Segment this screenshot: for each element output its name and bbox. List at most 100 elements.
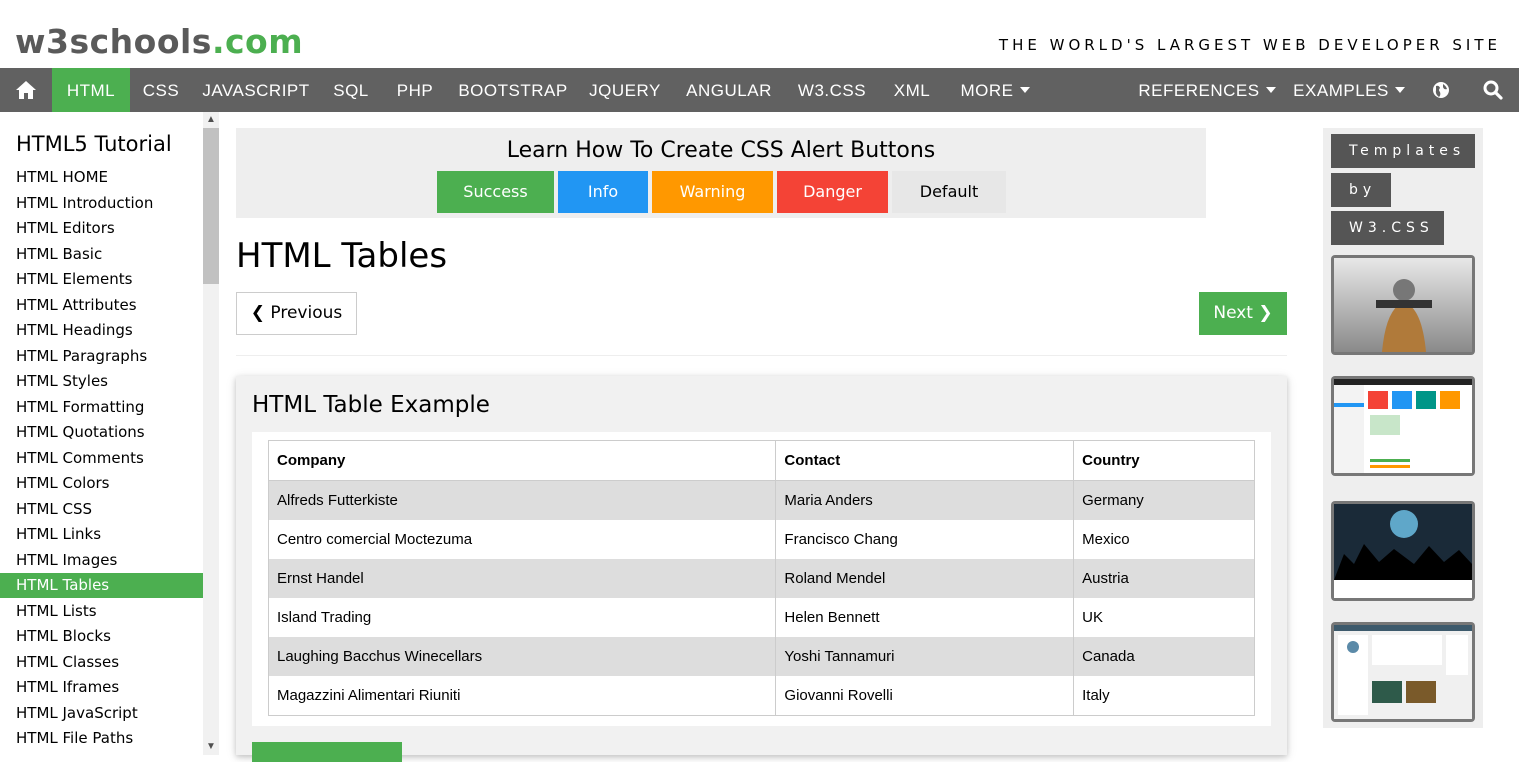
sidebar: HTML5 Tutorial HTML HOME HTML Introducti… xyxy=(0,112,219,755)
next-button[interactable]: Next ❯ xyxy=(1199,292,1287,335)
sidebar-item-html-css[interactable]: HTML CSS xyxy=(0,497,203,522)
home-button[interactable] xyxy=(0,68,52,112)
nav-item-more[interactable]: MORE xyxy=(946,68,1044,112)
ad-default-button[interactable]: Default xyxy=(892,171,1006,213)
site-tagline: THE WORLD'S LARGEST WEB DEVELOPER SITE xyxy=(998,36,1501,54)
example-box: HTML Table Example Company Contact Count… xyxy=(236,376,1287,762)
table-row: Alfreds Futterkiste Maria Anders Germany xyxy=(267,480,1255,520)
ad-info-button[interactable]: Info xyxy=(558,171,648,213)
table-row: Laughing Bacchus Winecellars Yoshi Tanna… xyxy=(267,637,1255,676)
table-cell: Giovanni Rovelli xyxy=(775,676,1075,716)
table-cell: Germany xyxy=(1073,480,1255,520)
sidebar-item-html-styles[interactable]: HTML Styles xyxy=(0,369,203,394)
table-cell: Yoshi Tannamuri xyxy=(775,637,1075,676)
site-logo[interactable]: w3schools.com xyxy=(15,22,303,62)
previous-button[interactable]: ❮ Previous xyxy=(236,292,357,335)
alert-buttons-ad[interactable]: Learn How To Create CSS Alert Buttons Su… xyxy=(236,128,1206,218)
divider xyxy=(236,355,1287,356)
sidebar-item-html-lists[interactable]: HTML Lists xyxy=(0,599,203,624)
table-cell: Laughing Bacchus Winecellars xyxy=(267,637,777,676)
nav-item-jquery[interactable]: JQUERY xyxy=(578,68,672,112)
sidebar-item-html-links[interactable]: HTML Links xyxy=(0,522,203,547)
nav-item-references[interactable]: REFERENCES xyxy=(1132,68,1282,112)
table-row: Ernst Handel Roland Mendel Austria xyxy=(267,559,1255,598)
caret-down-icon xyxy=(1394,87,1405,94)
table-cell: Austria xyxy=(1073,559,1255,598)
try-it-yourself-button[interactable] xyxy=(252,742,402,762)
table-cell: Island Trading xyxy=(267,598,777,637)
table-cell: Maria Anders xyxy=(775,480,1075,520)
scroll-down-icon[interactable]: ▼ xyxy=(203,739,219,755)
site-header: w3schools.com THE WORLD'S LARGEST WEB DE… xyxy=(0,0,1519,68)
sidebar-item-html-iframes[interactable]: HTML Iframes xyxy=(0,675,203,700)
sidebar-item-html-classes[interactable]: HTML Classes xyxy=(0,650,203,675)
sidebar-title: HTML5 Tutorial xyxy=(16,132,172,156)
sidebar-item-html-colors[interactable]: HTML Colors xyxy=(0,471,203,496)
sidebar-item-html-elements[interactable]: HTML Elements xyxy=(0,267,203,292)
nav-item-css[interactable]: CSS xyxy=(130,68,192,112)
template-preview-image xyxy=(1334,504,1472,598)
table-cell: Alfreds Futterkiste xyxy=(267,480,777,520)
example-table: Company Contact Country Alfreds Futterki… xyxy=(267,440,1255,716)
globe-icon xyxy=(1433,82,1449,98)
nav-item-javascript[interactable]: JAVASCRIPT xyxy=(192,68,320,112)
templates-ad[interactable]: Templates by W3.CSS xyxy=(1323,128,1483,728)
sidebar-item-html-images[interactable]: HTML Images xyxy=(0,548,203,573)
table-cell: Roland Mendel xyxy=(775,559,1075,598)
ad-danger-button[interactable]: Danger xyxy=(777,171,888,213)
nav-item-w3css[interactable]: W3.CSS xyxy=(786,68,878,112)
table-header-cell: Contact xyxy=(775,440,1075,481)
example-table-container: Company Contact Country Alfreds Futterki… xyxy=(252,432,1271,726)
ad-warning-button[interactable]: Warning xyxy=(652,171,773,213)
template-thumbnail[interactable] xyxy=(1331,622,1475,722)
sidebar-item-html-javascript[interactable]: HTML JavaScript xyxy=(0,701,203,726)
sidebar-item-html-attributes[interactable]: HTML Attributes xyxy=(0,293,203,318)
template-preview-image xyxy=(1334,258,1472,352)
search-button[interactable] xyxy=(1466,68,1519,112)
ad-tag-templates: Templates xyxy=(1331,134,1475,168)
caret-down-icon xyxy=(1019,87,1030,94)
table-cell: UK xyxy=(1073,598,1255,637)
search-icon xyxy=(1483,80,1503,100)
ad-success-button[interactable]: Success xyxy=(437,171,554,213)
table-cell: Canada xyxy=(1073,637,1255,676)
sidebar-item-html-headings[interactable]: HTML Headings xyxy=(0,318,203,343)
template-thumbnail[interactable] xyxy=(1331,501,1475,601)
nav-item-html[interactable]: HTML xyxy=(52,68,130,112)
table-header-cell: Company xyxy=(267,440,777,481)
table-row: Magazzini Alimentari Riuniti Giovanni Ro… xyxy=(267,676,1255,716)
nav-item-examples[interactable]: EXAMPLES xyxy=(1282,68,1416,112)
nav-item-php[interactable]: PHP xyxy=(382,68,448,112)
ad-tag-w3css: W3.CSS xyxy=(1331,211,1444,245)
sidebar-item-html-editors[interactable]: HTML Editors xyxy=(0,216,203,241)
sidebar-scrollbar-thumb[interactable] xyxy=(203,128,219,284)
template-preview-image xyxy=(1334,379,1472,473)
sidebar-item-html-quotations[interactable]: HTML Quotations xyxy=(0,420,203,445)
translate-button[interactable] xyxy=(1416,68,1466,112)
sidebar-item-html-blocks[interactable]: HTML Blocks xyxy=(0,624,203,649)
sidebar-item-html-basic[interactable]: HTML Basic xyxy=(0,242,203,267)
sidebar-item-html-home[interactable]: HTML HOME xyxy=(0,165,203,190)
sidebar-item-html-introduction[interactable]: HTML Introduction xyxy=(0,191,203,216)
nav-item-angular[interactable]: ANGULAR xyxy=(672,68,786,112)
template-thumbnail[interactable] xyxy=(1331,255,1475,355)
top-navbar: HTML CSS JAVASCRIPT SQL PHP BOOTSTRAP JQ… xyxy=(0,68,1519,112)
ad-title: Learn How To Create CSS Alert Buttons xyxy=(506,138,936,163)
table-row: Island Trading Helen Bennett UK xyxy=(267,598,1255,637)
template-preview-image xyxy=(1334,625,1472,719)
table-cell: Italy xyxy=(1073,676,1255,716)
sidebar-item-html-formatting[interactable]: HTML Formatting xyxy=(0,395,203,420)
nav-item-bootstrap[interactable]: BOOTSTRAP xyxy=(448,68,578,112)
sidebar-item-html-comments[interactable]: HTML Comments xyxy=(0,446,203,471)
sidebar-item-html-tables[interactable]: HTML Tables xyxy=(0,573,203,598)
scroll-up-icon[interactable]: ▲ xyxy=(203,112,219,128)
nav-item-xml[interactable]: XML xyxy=(878,68,946,112)
table-cell: Francisco Chang xyxy=(775,520,1075,559)
table-row: Centro comercial Moctezuma Francisco Cha… xyxy=(267,520,1255,559)
nav-item-sql[interactable]: SQL xyxy=(320,68,382,112)
sidebar-item-html-paragraphs[interactable]: HTML Paragraphs xyxy=(0,344,203,369)
page-title: HTML Tables xyxy=(236,236,448,276)
sidebar-item-html-file-paths[interactable]: HTML File Paths xyxy=(0,726,203,751)
template-thumbnail[interactable] xyxy=(1331,376,1475,476)
table-cell: Ernst Handel xyxy=(267,559,777,598)
